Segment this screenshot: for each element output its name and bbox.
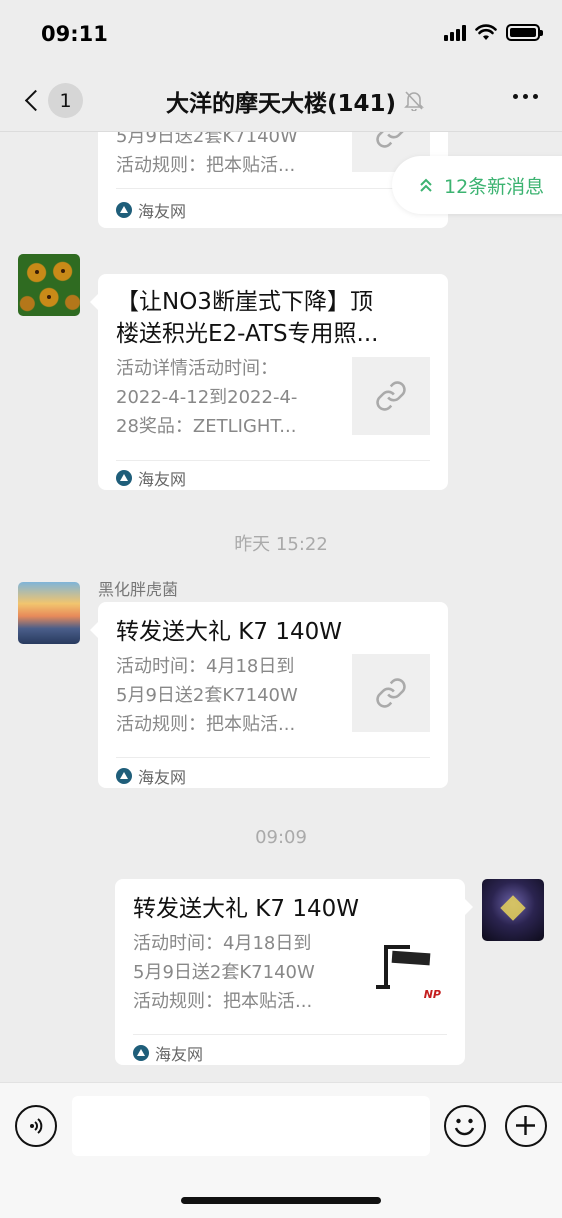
link-icon — [376, 132, 404, 148]
link-thumbnail — [352, 357, 430, 435]
card-source-name: 海友网 — [138, 202, 187, 221]
card-source-name: 海友网 — [138, 470, 187, 489]
link-card-message[interactable]: 【让NO3断崖式下降】顶 楼送积光E2-ATS专用照... 活动详情活动时间： … — [90, 274, 448, 490]
smiley-icon — [454, 1118, 475, 1136]
status-icons — [444, 24, 543, 41]
brand-logo: NP — [423, 988, 441, 1001]
muted-bell-icon — [404, 91, 424, 111]
product-thumbnail: NP — [369, 931, 447, 1009]
avatar[interactable] — [18, 254, 80, 316]
new-messages-jump-button[interactable]: 12条新消息 — [392, 156, 562, 214]
card-desc-line: 5月9日送2套K7140W — [116, 685, 298, 706]
message-timestamp: 昨天 15:22 — [234, 534, 328, 555]
home-indicator[interactable] — [181, 1197, 381, 1204]
chat-message-list[interactable]: 5月9日送2套K7140W 活动规则：把本贴活... 海友网 【让NO3断崖式下… — [0, 132, 562, 1082]
card-desc-line: 2022-4-12到2022-4- — [116, 387, 298, 408]
card-desc-line: 活动详情活动时间： — [116, 358, 278, 379]
voice-icon — [30, 1118, 43, 1134]
card-desc-line: 活动时间：4月18日到 — [133, 933, 312, 954]
source-logo-icon — [116, 768, 132, 784]
double-chevron-up-icon — [420, 178, 432, 192]
more-actions-button[interactable] — [505, 1105, 547, 1147]
card-desc-line: 活动规则：把本贴活... — [116, 155, 296, 176]
chat-title: 大洋的摩天大楼(141) — [165, 91, 397, 117]
link-icon — [376, 678, 406, 708]
link-card-message[interactable]: 转发送大礼 K7 140W 活动时间：4月18日到 5月9日送2套K7140W … — [115, 879, 473, 1065]
avatar[interactable] — [482, 879, 544, 941]
status-bar: 09:11 — [0, 0, 562, 68]
voice-input-button[interactable] — [15, 1105, 57, 1147]
message-timestamp: 09:09 — [255, 827, 307, 848]
emoji-button[interactable] — [444, 1105, 486, 1147]
card-title-line: 楼送积光E2-ATS专用照... — [116, 321, 379, 347]
plus-icon — [516, 1116, 535, 1135]
link-icon — [376, 381, 406, 411]
sender-name: 黑化胖虎菌 — [98, 580, 179, 599]
wifi-icon — [475, 24, 497, 40]
card-desc-line: 28奖品：ZETLIGHT... — [116, 416, 297, 437]
card-desc-line: 5月9日送2套K7140W — [116, 132, 298, 147]
card-desc-line: 5月9日送2套K7140W — [133, 962, 315, 983]
more-options-button[interactable] — [513, 94, 538, 99]
card-title-line: 【让NO3断崖式下降】顶 — [116, 289, 373, 315]
status-time: 09:11 — [41, 22, 108, 46]
cellular-signal-icon — [444, 24, 466, 41]
card-title: 转发送大礼 K7 140W — [133, 896, 359, 922]
card-desc-line: 活动规则：把本贴活... — [116, 714, 296, 735]
link-thumbnail — [352, 654, 430, 732]
card-title: 转发送大礼 K7 140W — [116, 619, 342, 645]
card-desc-line: 活动时间：4月18日到 — [116, 656, 295, 677]
card-source-name: 海友网 — [138, 768, 187, 787]
new-messages-label: 12条新消息 — [444, 175, 545, 198]
avatar[interactable] — [18, 582, 80, 644]
link-card-message[interactable]: 转发送大礼 K7 140W 活动时间：4月18日到 5月9日送2套K7140W … — [90, 602, 448, 788]
source-logo-icon — [133, 1045, 149, 1061]
battery-icon — [506, 24, 543, 41]
source-logo-icon — [116, 202, 132, 218]
card-source-name: 海友网 — [155, 1045, 204, 1064]
source-logo-icon — [116, 470, 132, 486]
message-text-input[interactable] — [72, 1096, 430, 1156]
card-desc-line: 活动规则：把本贴活... — [133, 991, 313, 1012]
chat-nav-bar: 1 大洋的摩天大楼(141) — [0, 68, 562, 132]
